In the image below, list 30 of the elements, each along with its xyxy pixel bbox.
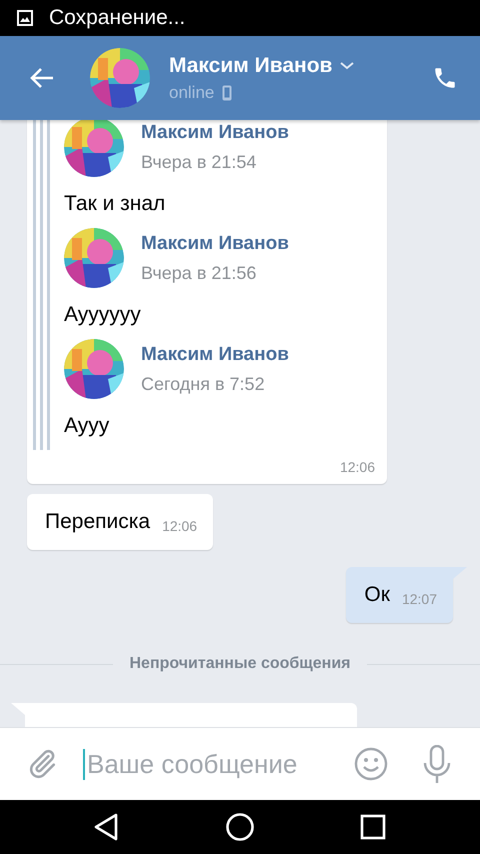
online-status: online xyxy=(169,82,214,102)
message-date: Вчера в 21:56 xyxy=(141,262,258,284)
message-bubble[interactable]: Максим Иванов Вчера в 21:54 Так и знал Максим Иванов Вчера в 21:56 Ауууууу Максим Иванов Сегодня в 7:52 Аууу 12:06 xyxy=(27,120,387,484)
mobile-device-icon xyxy=(222,84,232,100)
message-text: Ок xyxy=(364,582,390,608)
microphone-icon[interactable] xyxy=(422,745,452,783)
back-icon[interactable] xyxy=(93,813,119,841)
home-icon[interactable] xyxy=(224,812,254,842)
back-arrow-icon[interactable] xyxy=(29,67,55,89)
notification-text: Сохранение... xyxy=(49,6,186,30)
message-text: Так и знал xyxy=(64,191,166,217)
message-time: 12:06 xyxy=(162,518,198,534)
message-bubble[interactable]: Переписка 12:06 xyxy=(27,494,214,550)
message-text: Ауууууу xyxy=(64,302,142,328)
message-text: Аууу xyxy=(64,413,110,439)
image-icon xyxy=(17,10,33,26)
message-text: Переписка xyxy=(45,509,150,535)
author-name[interactable]: Максим Иванов xyxy=(141,232,289,254)
message-bubble[interactable]: Ок 12:07 xyxy=(346,567,453,623)
emoji-icon[interactable] xyxy=(354,747,388,781)
message-date: Вчера в 21:54 xyxy=(141,152,258,172)
chevron-down-icon[interactable] xyxy=(340,62,354,70)
unread-divider-label: Непрочитанные сообщения xyxy=(129,655,351,673)
contact-name[interactable]: Максим Иванов xyxy=(169,54,332,78)
recent-apps-icon[interactable] xyxy=(360,814,386,840)
message-time: 12:07 xyxy=(402,591,437,607)
message-date: Сегодня в 7:52 xyxy=(141,374,266,394)
author-name[interactable]: Максим Иванов xyxy=(141,344,289,366)
message-time: 12:06 xyxy=(340,459,375,475)
author-name[interactable]: Максим Иванов xyxy=(141,122,289,144)
